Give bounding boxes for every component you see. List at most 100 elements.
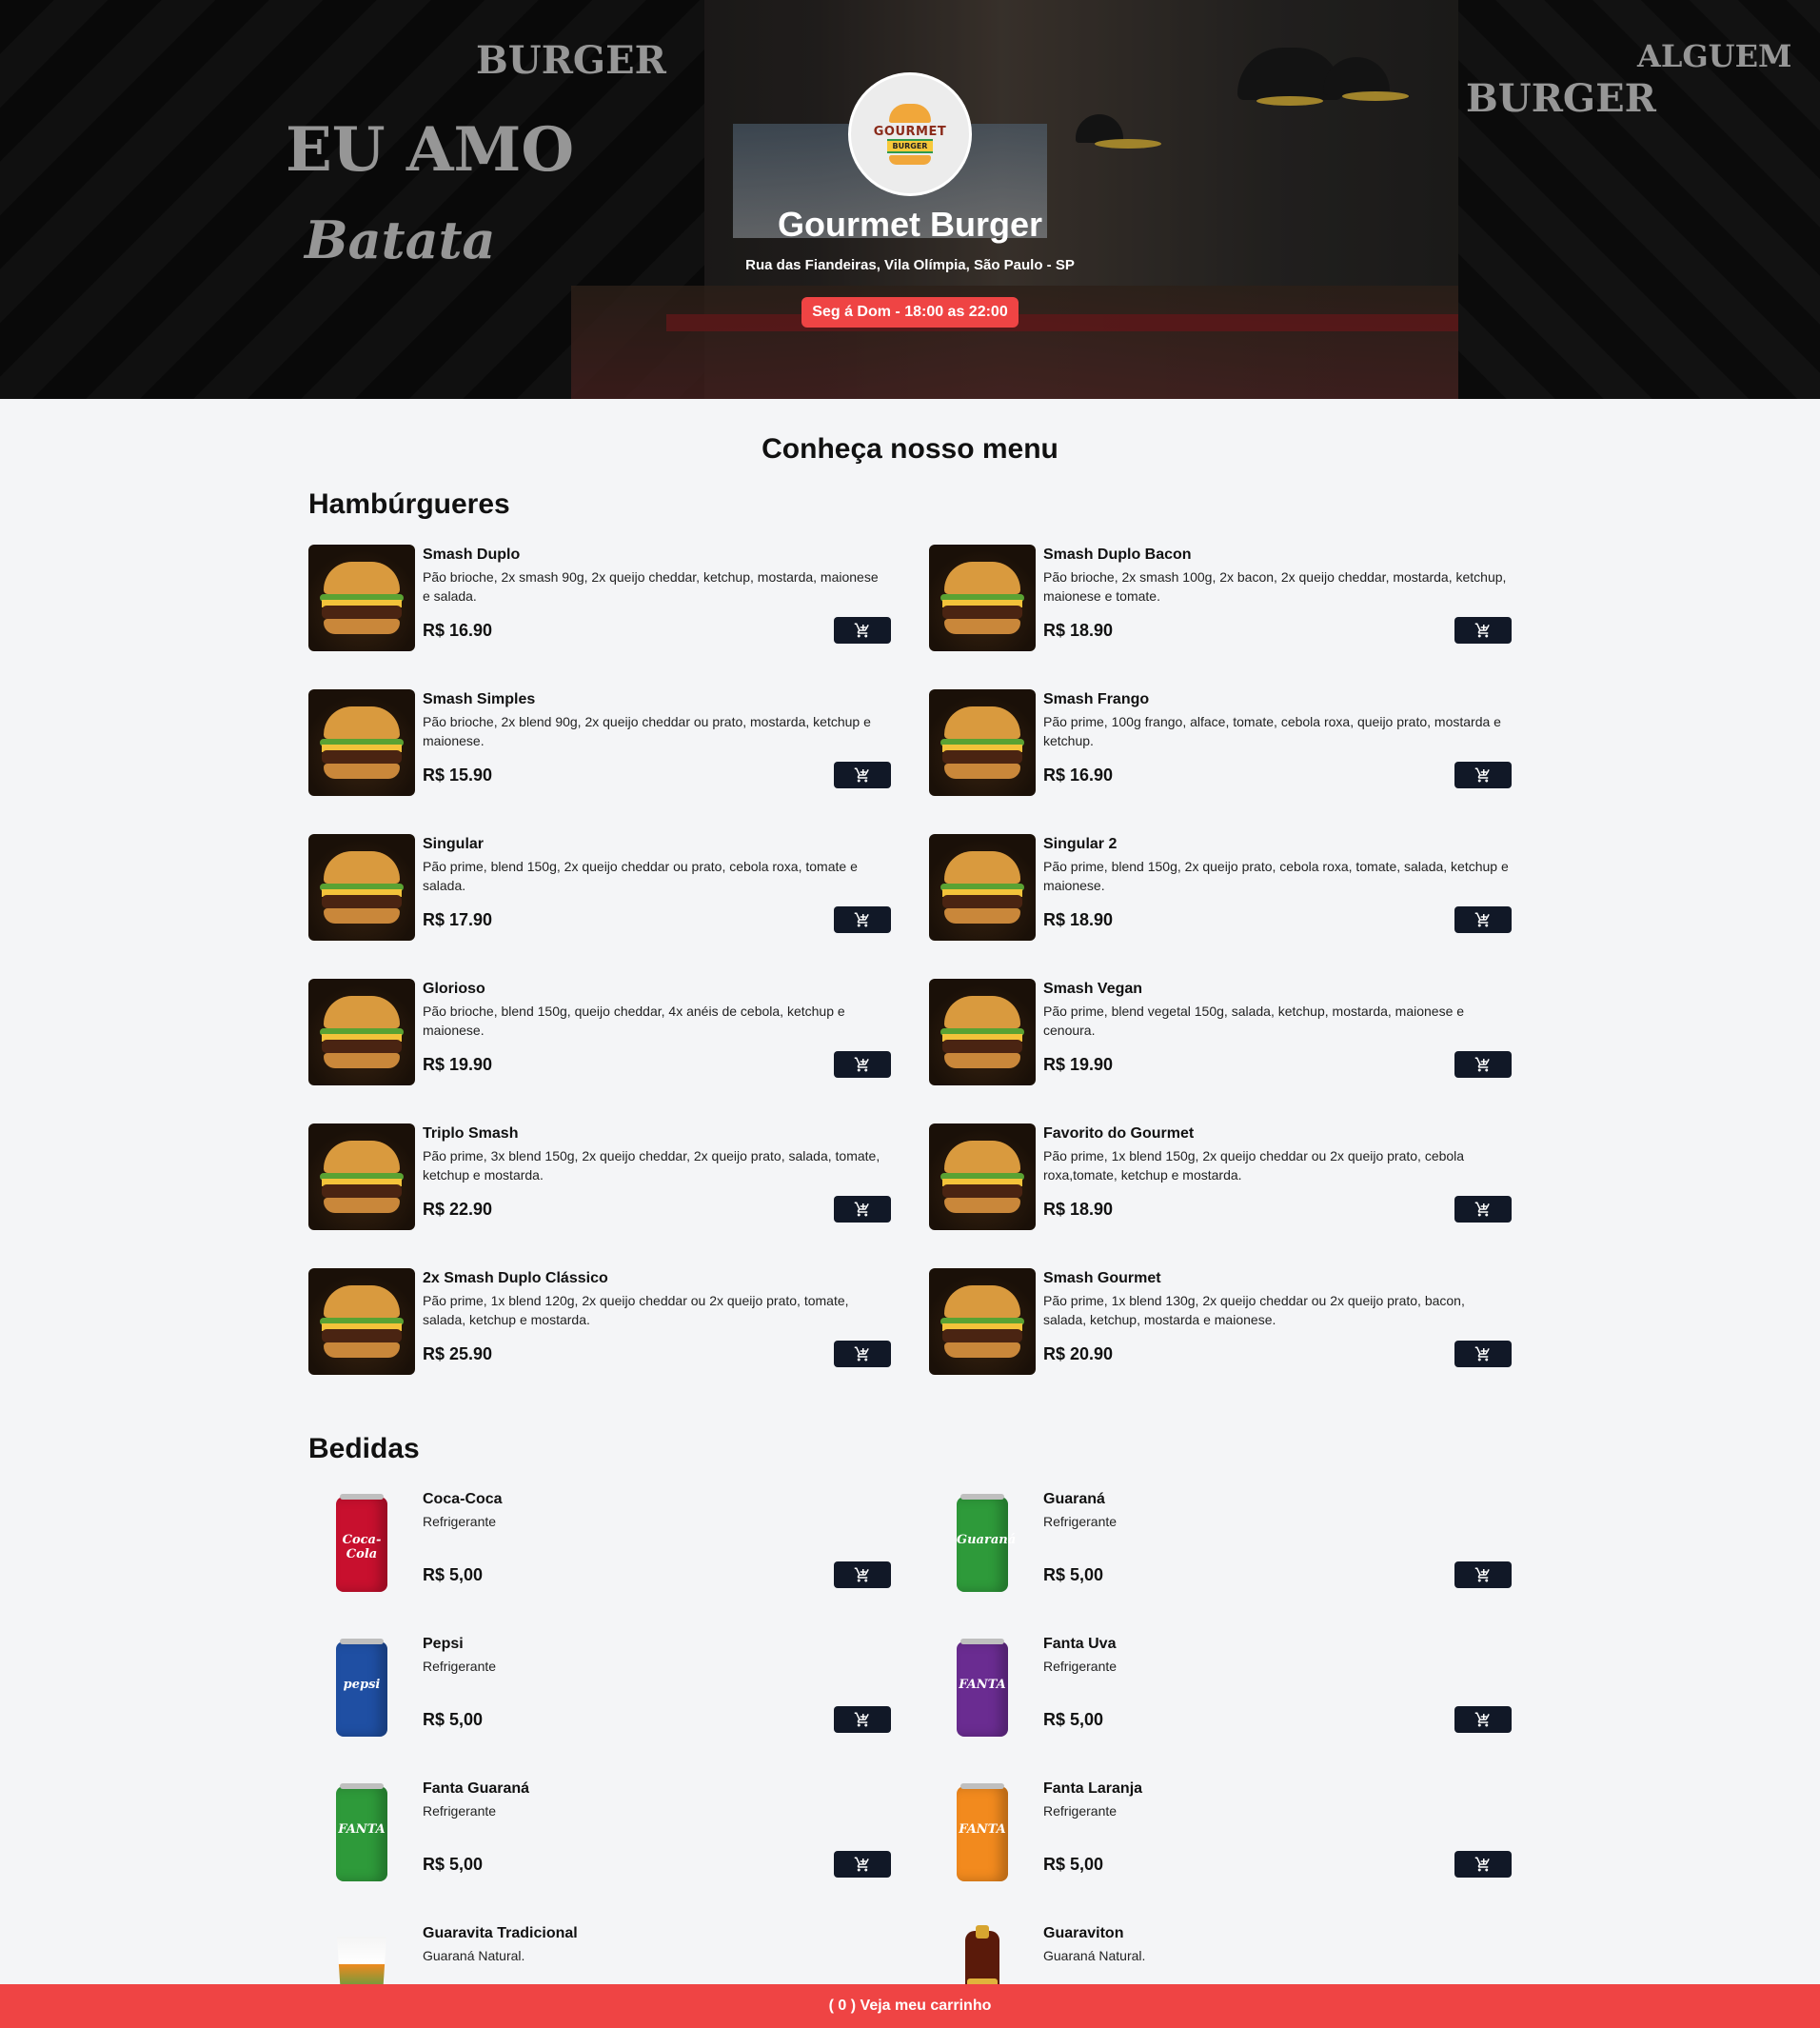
can-logo: FANTA [959,1678,1006,1692]
cart-count: 0 [838,1998,847,2014]
item-description: Pão prime, blend 150g, 2x queijo cheddar… [423,859,858,893]
item-price: R$ 19.90 [1043,1055,1114,1074]
add-to-cart-button[interactable] [834,1341,891,1367]
item-description: Refrigerante [1043,1803,1118,1819]
item-price: R$ 16.90 [1043,765,1114,785]
item-description: Refrigerante [423,1514,497,1529]
can-logo: FANTA [959,1822,1006,1837]
burger-item: Smash Simples Pão brioche, 2x blend 90g, … [308,689,891,796]
view-cart-bar[interactable]: ( 0 ) Veja meu carrinho [0,1984,1820,2028]
add-to-cart-button[interactable] [834,1561,891,1588]
drink-photo: FANTA [929,1779,1036,1885]
item-description: Pão prime, blend 150g, 2x queijo prato, … [1043,859,1509,893]
item-description: Pão brioche, 2x smash 100g, 2x bacon, 2x… [1043,569,1507,604]
burger-list: Smash Duplo Pão brioche, 2x smash 90g, 2x… [308,545,1512,1375]
item-name: Smash Simples [423,691,536,707]
item-name: Smash Vegan [1043,981,1143,997]
add-to-cart-button[interactable] [834,762,891,788]
add-to-cart-button[interactable] [834,1851,891,1878]
burger-item: 2x Smash Duplo Clássico Pão prime, 1x ble… [308,1268,891,1375]
item-name: Guaraviton [1043,1925,1124,1941]
can-logo: Guaraná [957,1533,1017,1547]
item-name: Triplo Smash [423,1125,519,1142]
add-to-cart-icon [1474,1056,1492,1073]
burger-item: Smash Gourmet Pão prime, 1x blend 130g, 2… [929,1268,1512,1375]
add-to-cart-button[interactable] [834,1051,891,1078]
add-to-cart-button[interactable] [1454,1561,1512,1588]
add-to-cart-icon [1474,622,1492,639]
opening-hours-badge: Seg á Dom - 18:00 as 22:00 [801,297,1019,328]
add-to-cart-button[interactable] [834,1196,891,1223]
drink-photo: Coca-Cola [308,1489,415,1596]
item-name: Guaravita Tradicional [423,1925,578,1941]
add-to-cart-icon [854,1201,871,1218]
cart-label: Veja meu carrinho [860,1998,992,2014]
item-price: R$ 25.90 [423,1344,493,1363]
item-name: Coca-Coca [423,1491,503,1507]
item-description: Pão brioche, 2x blend 90g, 2x queijo che… [423,714,871,748]
add-to-cart-button[interactable] [1454,906,1512,933]
add-to-cart-button[interactable] [1454,762,1512,788]
can-logo: pepsi [343,1678,381,1692]
add-to-cart-button[interactable] [1454,1051,1512,1078]
drink-photo: pepsi [308,1634,415,1740]
add-to-cart-button[interactable] [1454,617,1512,644]
drink-item: FANTA Fanta Guaraná Refrigerante R$ 5,00 [308,1779,891,1885]
cart-count-open: ( [828,1998,839,2014]
burger-item: Smash Duplo Bacon Pão brioche, 2x smash 1… [929,545,1512,651]
section-title-burgers: Hambúrgueres [308,488,510,520]
item-price: R$ 5,00 [423,1565,484,1584]
item-description: Refrigerante [423,1659,497,1674]
can-logo: FANTA [338,1822,386,1837]
burger-photo [308,689,415,796]
logo-subtext: BURGER [886,139,934,153]
item-description: Pão brioche, 2x smash 90g, 2x queijo che… [423,569,879,604]
add-to-cart-icon [1474,1711,1492,1728]
add-to-cart-icon [854,911,871,928]
item-description: Pão prime, blend vegetal 150g, salada, k… [1043,1004,1465,1038]
burger-item: Singular 2 Pão prime, blend 150g, 2x quei… [929,834,1512,941]
drink-item: FANTA Fanta Laranja Refrigerante R$ 5,00 [929,1779,1512,1885]
item-description: Pão prime, 1x blend 150g, 2x queijo ched… [1043,1148,1465,1183]
add-to-cart-icon [854,622,871,639]
restaurant-logo: GOURMET BURGER [848,72,972,196]
item-name: Fanta Guaraná [423,1780,530,1797]
item-name: Favorito do Gourmet [1043,1125,1195,1142]
drink-item: FANTA Fanta Uva Refrigerante R$ 5,00 [929,1634,1512,1740]
add-to-cart-icon [1474,766,1492,784]
menu-title: Conheça nosso menu [762,433,1058,465]
item-description: Guaraná Natural. [423,1948,525,1963]
item-name: Fanta Uva [1043,1636,1117,1652]
item-price: R$ 16.90 [423,621,493,640]
item-price: R$ 17.90 [423,910,493,929]
add-to-cart-button[interactable] [834,1706,891,1733]
item-price: R$ 19.90 [423,1055,493,1074]
burger-photo [929,834,1036,941]
add-to-cart-button[interactable] [1454,1341,1512,1367]
item-name: Fanta Laranja [1043,1780,1143,1797]
item-name: 2x Smash Duplo Clássico [423,1270,608,1286]
add-to-cart-icon [854,1566,871,1583]
add-to-cart-icon [854,1856,871,1873]
cart-count-close: ) [846,1998,861,2014]
add-to-cart-button[interactable] [834,906,891,933]
add-to-cart-button[interactable] [1454,1196,1512,1223]
item-name: Smash Duplo [423,547,521,563]
drink-list: Coca-Cola Coca-Coca Refrigerante R$ 5,00 Gua… [308,1489,1512,2028]
item-description: Refrigerante [1043,1659,1118,1674]
item-name: Singular [423,836,485,852]
item-price: R$ 18.90 [1043,910,1114,929]
burger-photo [929,1268,1036,1375]
add-to-cart-button[interactable] [1454,1706,1512,1733]
add-to-cart-icon [1474,1856,1492,1873]
burger-item: Triplo Smash Pão prime, 3x blend 150g, 2x… [308,1123,891,1230]
add-to-cart-button[interactable] [834,617,891,644]
item-price: R$ 22.90 [423,1200,493,1219]
add-to-cart-button[interactable] [1454,1851,1512,1878]
burger-photo [929,1123,1036,1230]
item-price: R$ 18.90 [1043,1200,1114,1219]
item-description: Refrigerante [423,1803,497,1819]
item-price: R$ 15.90 [423,765,493,785]
burger-logo-icon [889,104,931,123]
burger-photo [308,1123,415,1230]
